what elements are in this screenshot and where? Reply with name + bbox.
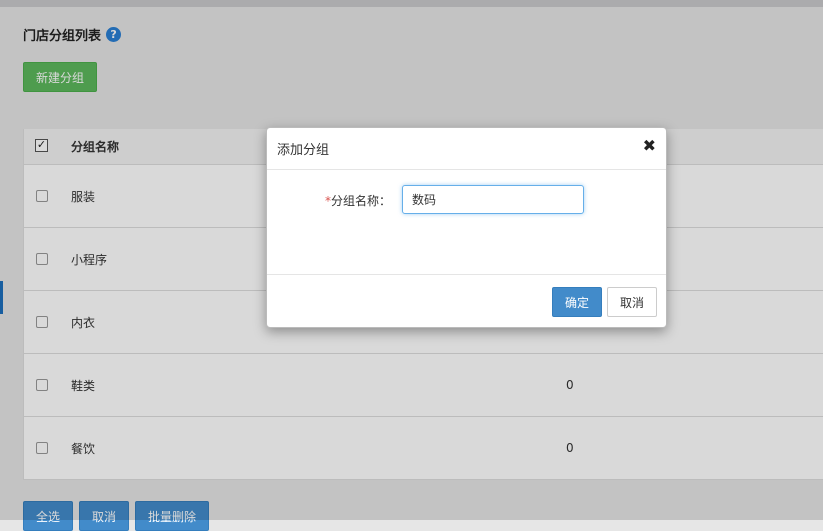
confirm-button[interactable]: 确定 <box>552 287 602 317</box>
close-icon[interactable]: ✖ <box>643 136 656 155</box>
modal-footer: 确定 取消 <box>267 274 666 329</box>
cancel-button[interactable]: 取消 <box>607 287 657 317</box>
modal-header: 添加分组 ✖ <box>267 128 666 170</box>
add-group-modal: 添加分组 ✖ *分组名称： 确定 取消 <box>266 127 667 328</box>
group-name-label-text: 分组名称： <box>331 194 392 208</box>
modal-title: 添加分组 <box>277 143 330 158</box>
group-name-input[interactable] <box>402 185 584 214</box>
group-name-form-row: *分组名称： <box>267 185 666 215</box>
group-name-label: *分组名称： <box>325 192 391 209</box>
